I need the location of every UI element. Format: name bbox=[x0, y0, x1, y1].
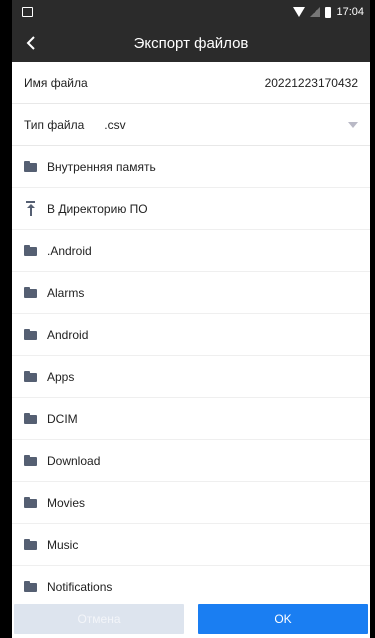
folder-label: Download bbox=[47, 453, 101, 468]
file-type-row[interactable]: Тип файла .csv bbox=[12, 104, 370, 146]
folder-label: Android bbox=[47, 327, 89, 342]
upload-icon bbox=[24, 201, 37, 216]
folder-label: Music bbox=[47, 537, 79, 552]
folder-item[interactable]: Apps bbox=[12, 356, 370, 398]
file-type-label: Тип файла bbox=[24, 117, 85, 132]
folder-icon bbox=[24, 455, 37, 466]
folder-item[interactable]: Alarms bbox=[12, 272, 370, 314]
folder-icon bbox=[24, 287, 37, 298]
cancel-button[interactable]: Отмена bbox=[14, 604, 184, 634]
folder-label: .Android bbox=[47, 243, 92, 258]
wifi-icon bbox=[293, 7, 306, 17]
folder-label: DCIM bbox=[47, 411, 78, 426]
location-app-directory[interactable]: В Директорию ПО bbox=[12, 188, 370, 230]
folder-item[interactable]: DCIM bbox=[12, 398, 370, 440]
location-internal-memory[interactable]: Внутренняя память bbox=[12, 146, 370, 188]
phone-screen: 17:04 Экспорт файлов Имя файла 202212231… bbox=[12, 0, 370, 638]
folder-label: Alarms bbox=[47, 285, 85, 300]
status-bar: 17:04 bbox=[12, 0, 370, 24]
file-name-label: Имя файла bbox=[24, 75, 88, 90]
file-name-value[interactable]: 20221223170432 bbox=[265, 76, 358, 90]
battery-icon bbox=[325, 6, 332, 18]
location-label: Внутренняя память bbox=[47, 159, 156, 174]
folder-icon bbox=[24, 581, 37, 592]
signal-icon bbox=[310, 7, 321, 17]
chevron-left-icon bbox=[26, 36, 35, 50]
ok-button[interactable]: OK bbox=[198, 604, 368, 634]
image-icon bbox=[22, 7, 33, 17]
folder-label: Movies bbox=[47, 495, 86, 510]
app-bar: Экспорт файлов bbox=[12, 24, 370, 62]
folder-item[interactable]: Android bbox=[12, 314, 370, 356]
folder-icon bbox=[24, 539, 37, 550]
bottom-action-bar: Отмена OK bbox=[12, 602, 370, 638]
folder-item[interactable]: Movies bbox=[12, 482, 370, 524]
folder-label: Notifications bbox=[47, 579, 113, 594]
file-name-row[interactable]: Имя файла 20221223170432 bbox=[12, 62, 370, 104]
file-type-value[interactable]: .csv bbox=[104, 118, 125, 132]
folder-item[interactable]: Download bbox=[12, 440, 370, 482]
folder-item[interactable]: Music bbox=[12, 524, 370, 566]
back-button[interactable] bbox=[18, 30, 44, 56]
page-title: Экспорт файлов bbox=[133, 34, 249, 52]
folder-icon bbox=[24, 245, 37, 256]
folder-icon bbox=[24, 329, 37, 340]
status-right: 17:04 bbox=[293, 6, 364, 18]
location-label: В Директорию ПО bbox=[47, 201, 148, 216]
folder-item[interactable]: .Android bbox=[12, 230, 370, 272]
folder-icon bbox=[24, 497, 37, 508]
folder-label: Apps bbox=[47, 369, 75, 384]
folder-icon bbox=[24, 413, 37, 424]
status-time: 17:04 bbox=[336, 6, 364, 18]
folder-open-icon bbox=[24, 161, 37, 172]
folder-icon bbox=[24, 371, 37, 382]
dropdown-arrow-icon[interactable] bbox=[348, 121, 358, 128]
